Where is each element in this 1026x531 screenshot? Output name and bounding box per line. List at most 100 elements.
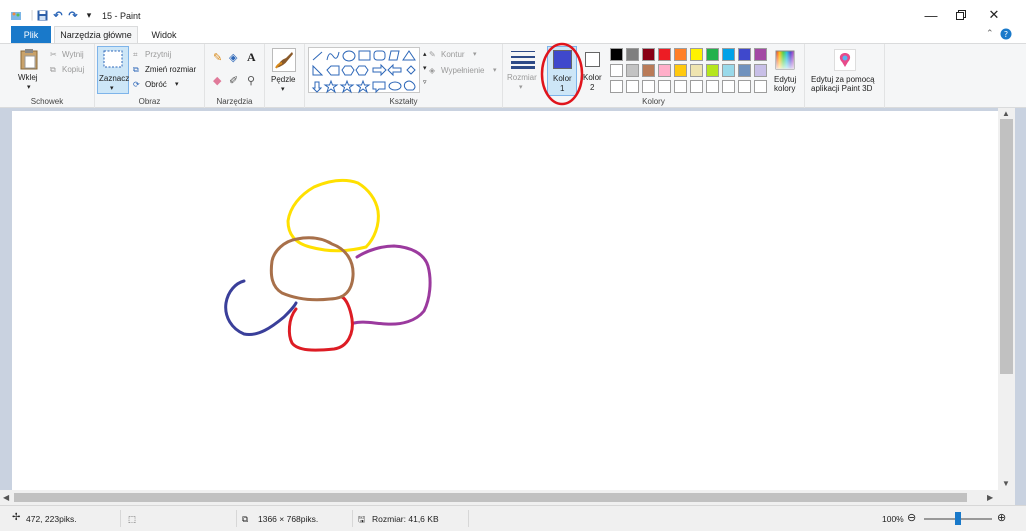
edit-colors-line1[interactable]: Edytuj [774,75,796,84]
fill-button[interactable]: Wypełnienie [441,66,485,75]
paint3d-line1[interactable]: Edytuj za pomocą [811,75,875,84]
vertical-scrollbar[interactable]: ▲ ▼ [998,108,1015,490]
rotate-dropdown-icon[interactable]: ▾ [175,80,179,88]
palette-swatch[interactable] [610,48,623,61]
copy-button[interactable]: Kopiuj [62,65,84,74]
custom-color-slot[interactable] [626,80,639,93]
zoom-slider-thumb[interactable] [955,512,961,525]
paste-icon[interactable] [20,48,38,72]
paste-dropdown-icon[interactable]: ▾ [27,83,31,91]
palette-swatch[interactable] [626,48,639,61]
zoom-out-icon[interactable]: ⊖ [907,511,916,524]
size-button[interactable]: Rozmiar [507,73,537,82]
eraser-icon[interactable]: ◆ [213,74,221,87]
palette-swatch[interactable] [642,64,655,77]
redo-icon[interactable]: ↷ [67,9,79,22]
clipboard-group-label: Schowek [30,97,64,106]
color2-label: Kolor [583,73,602,82]
cut-button[interactable]: Wytnij [62,50,84,59]
tab-home[interactable]: Narzędzia główne [54,26,138,43]
palette-swatch[interactable] [754,64,767,77]
shapes-scroll-up-icon[interactable]: ▴ [423,50,427,58]
custom-color-slot[interactable] [690,80,703,93]
select-button[interactable]: Zaznacz ▾ [97,46,129,94]
tab-file[interactable]: Plik [11,26,51,43]
customize-quick-access-icon[interactable]: ▾ [83,9,95,21]
file-size: Rozmiar: 41,6 KB [372,514,439,524]
palette-swatch[interactable] [738,64,751,77]
horizontal-scrollbar[interactable]: ◀ ▶ [0,490,1015,505]
edit-colors-line2[interactable]: kolory [774,84,795,93]
text-tool-icon[interactable]: A [247,50,256,65]
drawing-canvas[interactable] [12,111,998,496]
copy-icon: ⧉ [50,65,56,74]
palette-swatch[interactable] [658,48,671,61]
vertical-scroll-thumb[interactable] [1000,119,1013,374]
custom-color-slot[interactable] [738,80,751,93]
palette-swatch[interactable] [738,48,751,61]
palette-swatch[interactable] [722,64,735,77]
shapes-scroll-down-icon[interactable]: ▾ [423,64,427,72]
help-icon[interactable]: ? [1000,28,1012,42]
paste-button[interactable]: Wklej [18,73,38,82]
scroll-up-icon[interactable]: ▲ [1002,109,1010,118]
outline-dropdown-icon[interactable]: ▾ [473,50,477,58]
palette-swatch[interactable] [674,64,687,77]
cursor-position: 472, 223piks. [26,514,77,524]
custom-color-slot[interactable] [706,80,719,93]
palette-swatch[interactable] [706,64,719,77]
magnifier-icon[interactable]: ⚲ [247,74,255,87]
fill-dropdown-icon[interactable]: ▾ [493,66,497,74]
paint3d-icon[interactable] [834,49,856,73]
palette-swatch[interactable] [754,48,767,61]
color2-button[interactable]: Kolor 2 [581,46,607,96]
undo-icon[interactable]: ↶ [52,9,64,22]
palette-swatch[interactable] [690,64,703,77]
shapes-icon[interactable] [309,48,421,94]
image-group: Zaznacz ▾ ⌗ Przytnij ⧉ Zmień rozmiar ⟳ O… [95,44,205,108]
zoom-in-icon[interactable]: ⊕ [997,511,1006,524]
restore-button[interactable] [950,7,972,23]
color-picker-icon[interactable]: ✐ [229,74,238,87]
palette-swatch[interactable] [658,64,671,77]
horizontal-scroll-thumb[interactable] [14,493,967,502]
custom-color-slot[interactable] [658,80,671,93]
palette-swatch[interactable] [642,48,655,61]
custom-color-slot[interactable] [642,80,655,93]
brushes-button[interactable]: Pędzle [271,75,295,84]
tab-view[interactable]: Widok [144,26,184,43]
palette-swatch[interactable] [722,48,735,61]
line-size-icon[interactable] [510,49,536,71]
status-divider [468,510,469,527]
resize-button[interactable]: Zmień rozmiar [145,65,196,74]
brushes-dropdown-icon[interactable]: ▾ [281,85,285,93]
palette-swatch[interactable] [610,64,623,77]
rotate-button[interactable]: Obróć [145,80,167,89]
custom-color-slot[interactable] [674,80,687,93]
collapse-ribbon-icon[interactable]: ⌃ [986,28,994,39]
shapes-expand-icon[interactable]: ▿ [423,78,427,86]
scroll-left-icon[interactable]: ◀ [3,493,9,502]
custom-color-slot[interactable] [722,80,735,93]
save-icon[interactable] [36,9,48,21]
scroll-right-icon[interactable]: ▶ [987,493,993,502]
paint3d-line2[interactable]: aplikacji Paint 3D [811,84,872,93]
palette-swatch[interactable] [706,48,719,61]
colors-group-label: Kolory [642,97,665,106]
fill-bucket-icon[interactable]: ◈ [229,51,237,64]
shapes-gallery[interactable] [308,47,421,94]
crop-button[interactable]: Przytnij [145,50,171,59]
edit-colors-icon[interactable] [775,50,795,72]
scroll-down-icon[interactable]: ▼ [1002,479,1010,488]
palette-swatch[interactable] [690,48,703,61]
custom-color-slot[interactable] [754,80,767,93]
close-button[interactable]: ✕ [983,7,1005,23]
custom-color-slot[interactable] [610,80,623,93]
pencil-icon[interactable]: ✎ [213,51,222,64]
size-dropdown-icon[interactable]: ▾ [519,83,523,91]
brush-icon[interactable] [272,48,296,74]
minimize-button[interactable]: — [920,7,942,23]
palette-swatch[interactable] [674,48,687,61]
outline-button[interactable]: Kontur [441,50,465,59]
palette-swatch[interactable] [626,64,639,77]
